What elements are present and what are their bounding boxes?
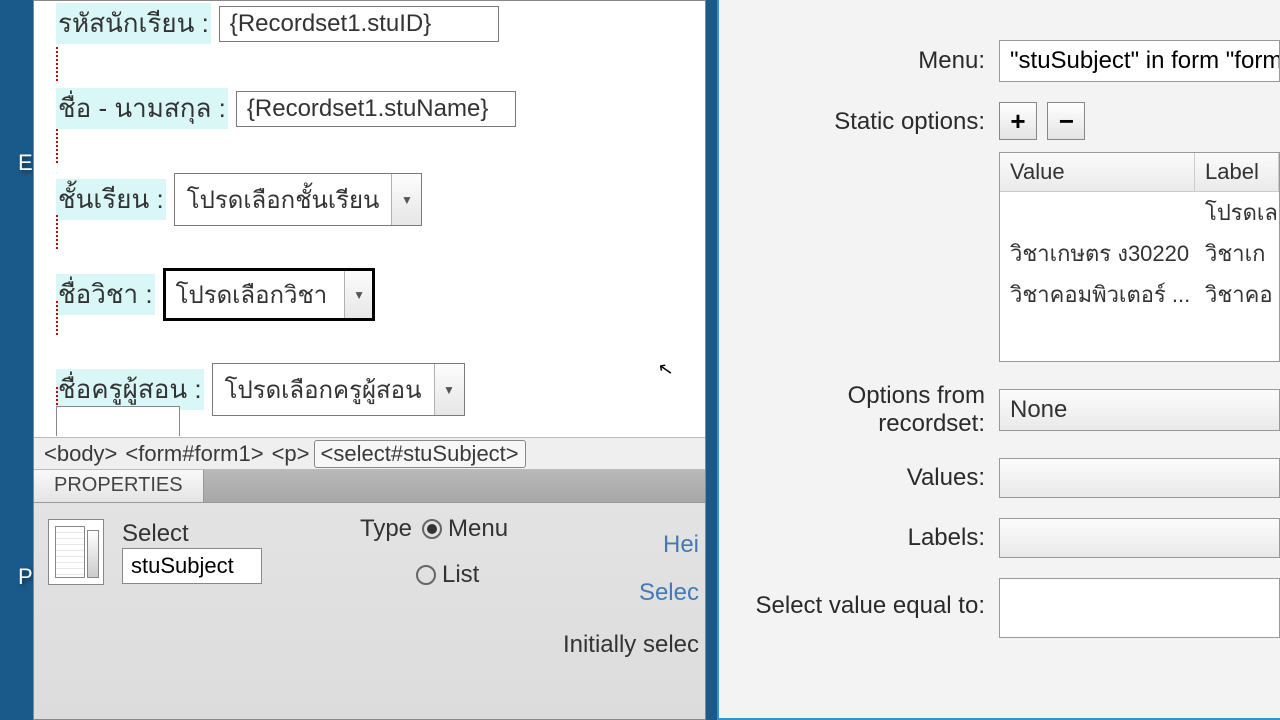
list-values-dialog: Menu: "stuSubject" in form "form1" Stati… — [717, 0, 1280, 720]
prop-select-label: Select — [122, 520, 262, 548]
tag-body[interactable]: <body> — [40, 441, 121, 467]
select-element-icon — [48, 519, 104, 585]
toolbar-letter-e: E — [18, 150, 33, 176]
form-canvas[interactable]: รหัสนักเรียน : {Recordset1.stuID} ชื่อ -… — [34, 1, 705, 437]
properties-panel: Select Type Menu Hei List — [34, 503, 705, 719]
dlg-recordset-select[interactable]: None — [999, 389, 1280, 431]
chevron-down-icon[interactable]: ▼ — [344, 269, 374, 320]
select-subject-value: โปรดเลือกวิชา — [164, 269, 344, 320]
add-option-button[interactable]: + — [999, 102, 1037, 140]
properties-tabbar: PROPERTIES — [34, 470, 705, 503]
select-teacher-value: โปรดเลือกครูผู้สอน — [213, 364, 434, 415]
col-value-header[interactable]: Value — [1000, 153, 1195, 191]
cell-label[interactable]: โปรดเล — [1195, 192, 1279, 233]
dlg-labels-label: Labels: — [739, 524, 999, 552]
tag-selector-bar[interactable]: <body> <form#form1> <p> <select#stuSubje… — [34, 437, 705, 470]
chevron-down-icon[interactable]: ▼ — [391, 174, 421, 225]
toolbar-letter-p: P — [18, 564, 33, 590]
static-options-table[interactable]: Value Label โปรดเล วิชาเกษตร ง30220 วิชา… — [999, 152, 1280, 362]
tag-p[interactable]: <p> — [268, 441, 314, 467]
cell-label[interactable]: วิชาคอ — [1195, 274, 1279, 315]
dlg-static-label: Static options: — [739, 102, 999, 136]
prop-initially-selected-label: Initially selec — [563, 631, 699, 659]
truncated-element — [56, 406, 180, 436]
remove-option-button[interactable]: − — [1047, 102, 1085, 140]
dlg-select-equal-input[interactable] — [999, 578, 1280, 638]
dlg-select-equal-label: Select value equal to: — [739, 578, 999, 620]
dlg-values-select[interactable] — [999, 458, 1280, 498]
cell-value[interactable] — [1000, 192, 1195, 233]
field-name[interactable]: {Recordset1.stuName} — [236, 91, 516, 127]
dlg-values-label: Values: — [739, 464, 999, 492]
tag-select[interactable]: <select#stuSubject> — [314, 440, 526, 468]
select-class[interactable]: โปรดเลือกชั้นเรียน ▼ — [174, 173, 423, 226]
radio-list[interactable]: List — [416, 561, 479, 589]
col-label-header[interactable]: Label — [1195, 153, 1279, 191]
table-row[interactable]: วิชาเกษตร ง30220 วิชาเก — [1000, 233, 1279, 274]
label-student-id: รหัสนักเรียน : — [56, 3, 211, 44]
select-teacher[interactable]: โปรดเลือกครูผู้สอน ▼ — [212, 363, 465, 416]
label-teacher: ชื่อครูผู้สอน : — [56, 369, 204, 410]
dlg-recordset-label: Options from recordset: — [739, 382, 999, 438]
tag-form[interactable]: <form#form1> — [121, 441, 267, 467]
select-subject[interactable]: โปรดเลือกวิชา ▼ — [163, 268, 375, 321]
tab-properties[interactable]: PROPERTIES — [34, 470, 204, 502]
radio-menu-label: Menu — [448, 515, 508, 543]
label-class: ชั้นเรียน : — [56, 179, 166, 220]
radio-list-label: List — [442, 561, 479, 589]
dlg-menu-label: Menu: — [739, 47, 999, 75]
label-subject: ชื่อวิชา : — [56, 274, 155, 315]
cell-label[interactable]: วิชาเก — [1195, 233, 1279, 274]
radio-menu[interactable]: Menu — [422, 515, 508, 543]
field-student-id[interactable]: {Recordset1.stuID} — [219, 6, 499, 42]
table-row[interactable]: วิชาคอมพิวเตอร์ ... วิชาคอ — [1000, 274, 1279, 315]
label-name: ชื่อ - นามสกุล : — [56, 88, 228, 129]
cell-value[interactable]: วิชาเกษตร ง30220 — [1000, 233, 1195, 274]
dlg-labels-select[interactable] — [999, 518, 1280, 558]
dlg-menu-value: "stuSubject" in form "form1" — [999, 40, 1280, 82]
cell-value[interactable]: วิชาคอมพิวเตอร์ ... — [1000, 274, 1195, 315]
chevron-down-icon[interactable]: ▼ — [434, 364, 464, 415]
prop-name-input[interactable] — [122, 548, 262, 584]
design-panel: รหัสนักเรียน : {Recordset1.stuID} ชื่อ -… — [33, 0, 706, 720]
table-row[interactable]: โปรดเล — [1000, 192, 1279, 233]
prop-height-label: Hei — [663, 531, 699, 559]
select-class-value: โปรดเลือกชั้นเรียน — [175, 174, 392, 225]
prop-type-label: Type — [360, 515, 412, 543]
prop-selections-label: Selec — [639, 579, 699, 607]
